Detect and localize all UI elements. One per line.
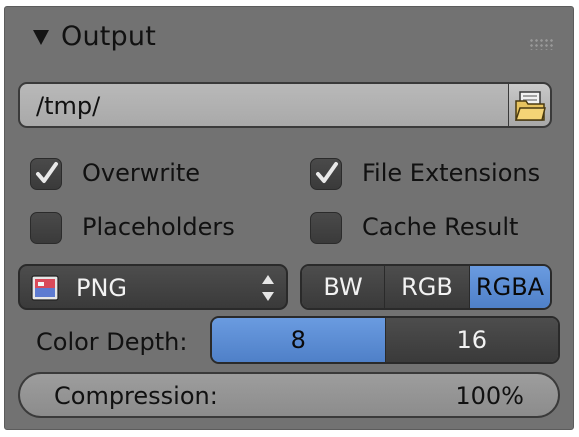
triangle-down-icon[interactable] <box>33 30 49 45</box>
color-mode-selector: BW RGB RGBA <box>300 264 552 310</box>
cache-result-checkbox[interactable] <box>310 212 342 244</box>
color-mode-rgba-button[interactable]: RGBA <box>470 266 550 308</box>
image-file-icon <box>31 275 59 301</box>
panel-title: Output <box>61 21 156 52</box>
overwrite-checkbox[interactable] <box>30 158 62 190</box>
folder-icon <box>514 91 546 121</box>
up-down-arrows-icon <box>262 275 274 301</box>
color-depth-16-button[interactable]: 16 <box>385 318 558 362</box>
checkmark-icon <box>316 162 338 183</box>
browse-folder-button[interactable] <box>508 82 552 128</box>
color-mode-rgb-button[interactable]: RGB <box>385 266 470 308</box>
color-depth-label: Color Depth: <box>36 328 188 356</box>
output-path-value: /tmp/ <box>36 92 101 120</box>
color-depth-8-button[interactable]: 8 <box>212 318 386 362</box>
cache-result-label: Cache Result <box>362 213 519 241</box>
placeholders-label: Placeholders <box>82 213 235 241</box>
drag-grip-icon[interactable] <box>529 38 555 50</box>
overwrite-option[interactable]: Overwrite <box>30 156 270 196</box>
file-format-select[interactable]: PNG <box>18 264 288 310</box>
compression-label: Compression: <box>54 382 218 410</box>
panel-header[interactable]: Output <box>5 7 573 71</box>
file-extensions-label: File Extensions <box>362 159 541 187</box>
placeholders-option[interactable]: Placeholders <box>30 210 270 250</box>
placeholders-checkbox[interactable] <box>30 212 62 244</box>
overwrite-label: Overwrite <box>82 159 201 187</box>
checkmark-icon <box>36 162 58 183</box>
compression-slider[interactable]: Compression: 100% <box>18 372 560 418</box>
file-format-value: PNG <box>76 274 128 302</box>
cache-result-option[interactable]: Cache Result <box>310 210 560 250</box>
compression-value: 100% <box>455 382 524 410</box>
file-extensions-option[interactable]: File Extensions <box>310 156 560 196</box>
file-extensions-checkbox[interactable] <box>310 158 342 190</box>
color-depth-selector: 8 16 <box>210 316 560 364</box>
color-mode-bw-button[interactable]: BW <box>302 266 385 308</box>
output-path-field[interactable]: /tmp/ <box>18 82 510 128</box>
